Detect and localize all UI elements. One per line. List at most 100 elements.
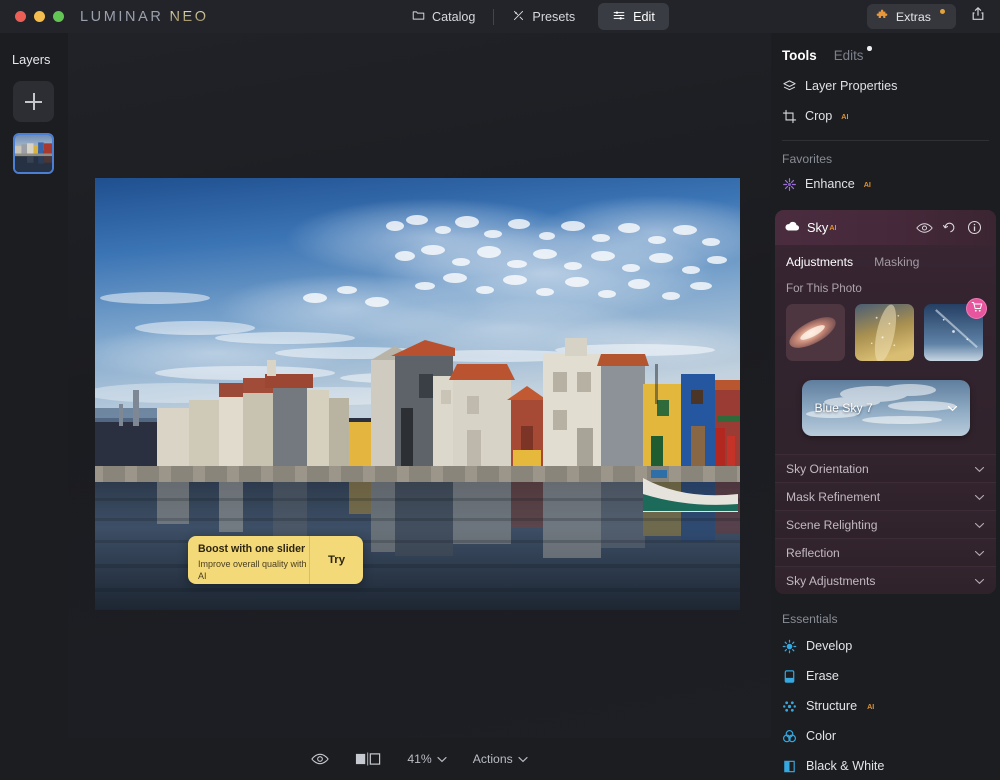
brand-primary: LUMINAR (80, 8, 164, 25)
sky-tab-masking[interactable]: Masking (874, 255, 919, 269)
tools-tab-bar: Tools Edits (771, 33, 1000, 63)
purchase-badge[interactable] (966, 298, 987, 319)
actions-dropdown[interactable]: Actions (473, 752, 528, 766)
tool-structure[interactable]: Structure AI (771, 691, 1000, 721)
sky-section-reflection[interactable]: Reflection (775, 538, 996, 566)
sky-tool-panel: Sky AI Adjustments Masking For This Phot… (775, 210, 996, 594)
tool-enhance-label: Enhance (805, 177, 855, 191)
tool-develop-label: Develop (806, 639, 853, 653)
eye-icon (311, 752, 330, 766)
tool-structure-label: Structure (806, 699, 858, 713)
sky-section-sky-adjustments[interactable]: Sky Adjustments (775, 566, 996, 594)
crop-icon (782, 109, 797, 124)
tool-crop[interactable]: Crop AI (771, 101, 1000, 131)
traffic-lights (15, 11, 64, 22)
puzzle-icon (876, 9, 889, 25)
for-this-photo-label: For This Photo (786, 282, 862, 295)
zoom-level-value: 41% (407, 752, 432, 766)
sky-sections-list: Sky Orientation Mask Refinement Scene Re… (775, 454, 996, 594)
sky-section-label: Sky Orientation (786, 461, 869, 476)
tool-layer-properties-label: Layer Properties (805, 79, 898, 93)
tab-edits[interactable]: Edits (833, 46, 872, 63)
minimize-window-button[interactable] (34, 11, 45, 22)
tools-panel: Tools Edits Layer Properties Crop AI Fav… (771, 33, 1000, 780)
essentials-label: Essentials (782, 612, 838, 626)
title-bar: LUMINAR NEO Catalog Presets Edit Extras (0, 0, 1000, 33)
sky-section-scene-relighting[interactable]: Scene Relighting (775, 510, 996, 538)
image-canvas[interactable]: Boost with one slider Improve overall qu… (68, 33, 771, 738)
sky-tab-adjustments[interactable]: Adjustments (786, 255, 853, 269)
tool-develop[interactable]: Develop (771, 631, 1000, 661)
extras-label: Extras (895, 9, 931, 24)
tab-edits-label: Edits (833, 48, 864, 63)
sky-section-label: Reflection (786, 545, 840, 560)
sky-panel-header[interactable]: Sky AI (775, 210, 996, 245)
tool-color[interactable]: Color (771, 721, 1000, 751)
sliders-icon (612, 9, 626, 25)
sky-thumbnail-row (775, 295, 996, 361)
nebula-sky-thumb[interactable] (786, 304, 845, 361)
sky-section-sky-orientation[interactable]: Sky Orientation (775, 454, 996, 482)
sparkle-icon (782, 177, 797, 192)
sky-reset-button[interactable] (937, 217, 962, 239)
chevron-down-icon (974, 518, 985, 532)
presets-icon (512, 9, 525, 25)
sky-section-label: Scene Relighting (786, 517, 878, 532)
structure-icon (782, 699, 797, 714)
plus-icon (25, 93, 42, 110)
develop-icon (782, 639, 797, 654)
boost-tooltip-subtitle: Improve overall quality with AI (198, 558, 307, 581)
preview-toggle-button[interactable] (311, 752, 330, 766)
chevron-down-icon (974, 574, 985, 588)
cart-icon (971, 300, 983, 318)
nav-tab-edit[interactable]: Edit (598, 3, 669, 30)
sky-tab-bar: Adjustments Masking (775, 245, 996, 269)
app-logo: LUMINAR NEO (80, 9, 209, 25)
layers-sidebar: Layers (0, 33, 68, 780)
cloud-icon (784, 219, 800, 237)
ai-badge: AI (863, 179, 871, 189)
boost-tooltip-text: Boost with one slider Improve overall qu… (188, 536, 309, 584)
tab-tools[interactable]: Tools (782, 48, 817, 63)
before-after-icon (355, 752, 381, 766)
brand-secondary: NEO (169, 8, 209, 25)
sky-section-mask-refinement[interactable]: Mask Refinement (775, 482, 996, 510)
ai-badge: AI (867, 701, 875, 711)
boost-tooltip[interactable]: Boost with one slider Improve overall qu… (188, 536, 363, 584)
zoom-level-dropdown[interactable]: 41% (407, 752, 447, 766)
favorites-label: Favorites (782, 152, 833, 166)
share-button[interactable] (966, 5, 990, 29)
tool-erase[interactable]: Erase (771, 661, 1000, 691)
sky-section-label: Sky Adjustments (786, 573, 876, 588)
luminar-neo-window: LUMINAR NEO Catalog Presets Edit Extras … (0, 0, 1000, 780)
nav-tab-catalog[interactable]: Catalog (398, 3, 489, 30)
tool-enhance[interactable]: Enhance AI (771, 169, 1000, 199)
bw-icon (782, 759, 797, 774)
erase-icon (782, 669, 797, 684)
sky-preset-value: Blue Sky 7 (814, 401, 873, 415)
sky-section-label: Mask Refinement (786, 489, 881, 504)
tool-layer-properties[interactable]: Layer Properties (771, 71, 1000, 101)
extras-button[interactable]: Extras (866, 4, 956, 29)
layers-title: Layers (12, 52, 51, 67)
tool-black-and-white[interactable]: Black & White (771, 751, 1000, 780)
boost-try-button[interactable]: Try (309, 536, 363, 584)
sky-info-button[interactable] (962, 217, 987, 239)
tool-erase-label: Erase (806, 669, 839, 683)
chevron-down-icon (974, 462, 985, 476)
nav-tab-presets[interactable]: Presets (498, 3, 589, 30)
add-layer-button[interactable] (13, 81, 54, 122)
milky-way-sky-thumb[interactable] (855, 304, 914, 361)
sky-preset-dropdown[interactable]: Blue Sky 7 (801, 380, 970, 436)
nav-divider (493, 8, 495, 25)
compare-toggle-button[interactable] (355, 752, 381, 766)
tool-color-label: Color (806, 729, 837, 743)
edits-badge-dot (867, 46, 872, 51)
chevron-down-icon (974, 546, 985, 560)
list-item[interactable] (13, 133, 54, 174)
maximize-window-button[interactable] (53, 11, 64, 22)
sky-visibility-button[interactable] (912, 217, 937, 239)
close-window-button[interactable] (15, 11, 26, 22)
canvas-toolbar: 41% Actions (68, 738, 771, 780)
essentials-list: Develop Erase Structure AI Color Black &… (771, 629, 1000, 780)
